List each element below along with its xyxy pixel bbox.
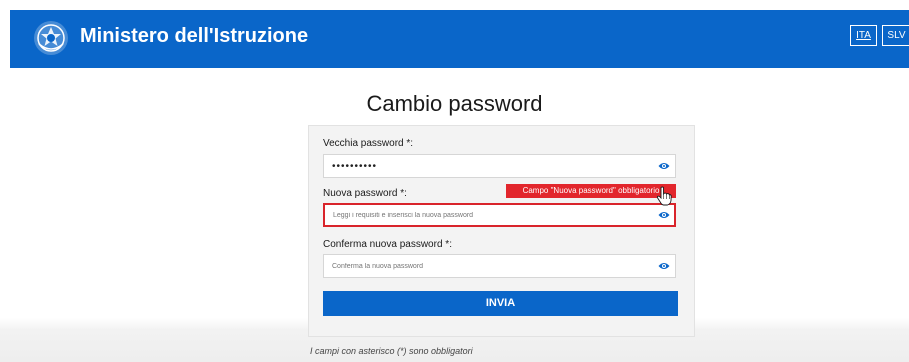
eye-icon[interactable]: [658, 261, 670, 271]
confirm-password-field[interactable]: [323, 254, 676, 278]
page-title: Cambio password: [366, 91, 543, 116]
required-marker: *:: [400, 188, 407, 199]
emblem-icon[interactable]: [33, 20, 69, 56]
required-marker: *:: [406, 138, 414, 149]
eye-icon[interactable]: [658, 210, 670, 220]
change-password-form: Vecchia password *: Nuova password *: Ca…: [308, 125, 695, 337]
new-password-field[interactable]: [323, 203, 676, 227]
new-password-error-badge: Campo "Nuova password" obbligatorio: [506, 184, 676, 198]
new-password-label-text: Nuova password: [323, 188, 398, 199]
required-fields-note: I campi con asterisco (*) sono obbligato…: [310, 346, 473, 356]
confirm-password-label-text: Conferma nuova password: [323, 239, 443, 250]
site-header: Ministero dell'Istruzione ITA SLV: [10, 10, 909, 68]
submit-button[interactable]: INVIA: [323, 291, 678, 316]
eye-icon[interactable]: [658, 161, 670, 171]
old-password-field[interactable]: [323, 154, 676, 178]
language-ita-button[interactable]: ITA: [850, 25, 877, 46]
new-password-label: Nuova password *:: [323, 188, 407, 200]
page: Ministero dell'Istruzione ITA SLV Cambio…: [0, 0, 909, 362]
confirm-password-label: Conferma nuova password *:: [323, 239, 452, 251]
site-title[interactable]: Ministero dell'Istruzione: [80, 23, 308, 49]
language-slv-button[interactable]: SLV: [882, 25, 909, 46]
old-password-label: Vecchia password *:: [323, 138, 413, 150]
hand-cursor-icon: [656, 186, 672, 206]
old-password-label-text: Vecchia password: [323, 138, 404, 149]
required-marker: *:: [445, 239, 452, 250]
